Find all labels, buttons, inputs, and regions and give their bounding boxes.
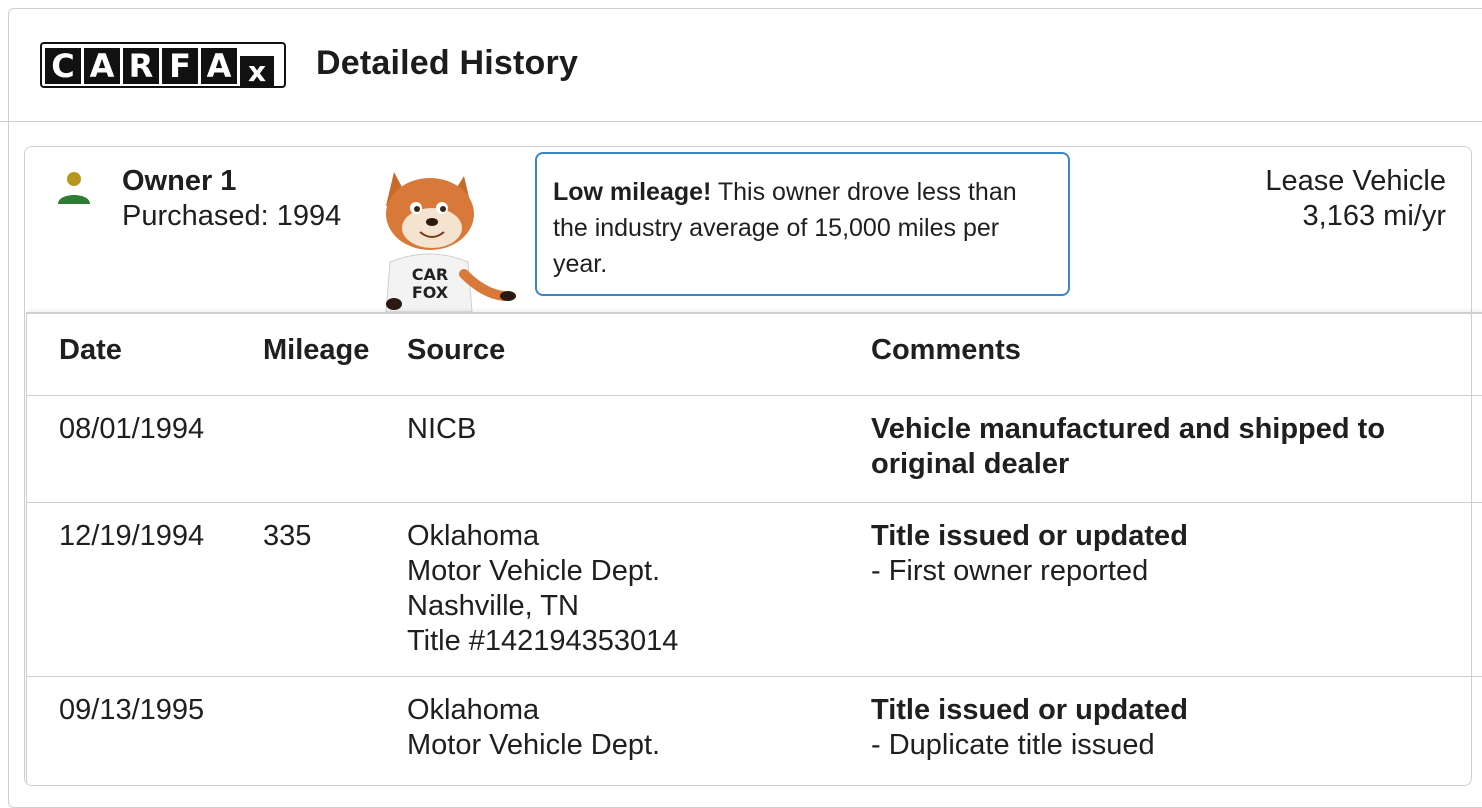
row-source: Oklahoma Motor Vehicle Dept. Nashville, … <box>407 519 678 659</box>
comment-title: Vehicle manufactured and shipped to orig… <box>871 413 1386 480</box>
logo-letter: R <box>123 48 159 84</box>
carfox-mascot: CAR FOX <box>385 172 516 313</box>
table-row: 12/19/1994 335 Oklahoma Motor Vehicle De… <box>27 503 1482 677</box>
page-title: Detailed History <box>316 44 579 82</box>
row-comments: Title issued or updated - First owner re… <box>871 519 1451 589</box>
row-comments: Title issued or updated - Duplicate titl… <box>871 693 1451 763</box>
table-row: 08/01/1994 NICB Vehicle manufactured and… <box>27 396 1482 503</box>
comment-title: Title issued or updated <box>871 520 1188 552</box>
owner-name: Owner 1 <box>122 165 237 197</box>
row-date: 12/19/1994 <box>59 520 205 552</box>
source-line: Title #142194353014 <box>407 625 679 657</box>
comment-title: Title issued or updated <box>871 694 1188 726</box>
source-line: NICB <box>407 413 477 445</box>
logo-letter: F <box>162 48 198 84</box>
owner-purchased-year: Purchased: 1994 <box>122 200 342 232</box>
comment-detail: - Duplicate title issued <box>871 729 1155 761</box>
logo-letter: A <box>201 48 237 84</box>
source-line: Oklahoma <box>407 520 540 552</box>
column-header-source: Source <box>407 334 506 366</box>
table-row: 09/13/1995 Oklahoma Motor Vehicle Dept. … <box>27 677 1482 797</box>
row-comments: Vehicle manufactured and shipped to orig… <box>871 412 1451 482</box>
row-date: 09/13/1995 <box>59 694 205 726</box>
callout-highlight: Low mileage! <box>553 178 712 206</box>
source-line: Motor Vehicle Dept. <box>407 555 661 587</box>
row-mileage: 335 <box>263 520 312 552</box>
table-header: Date Mileage Source Comments <box>27 314 1482 396</box>
logo-letter: x <box>240 56 274 88</box>
column-header-comments: Comments <box>871 334 1021 366</box>
vehicle-use-label: Lease Vehicle <box>1265 165 1446 197</box>
row-date: 08/01/1994 <box>59 413 205 445</box>
source-line: Nashville, TN <box>407 590 579 622</box>
person-icon <box>58 172 90 204</box>
mascot-shirt-text: FOX <box>412 283 449 302</box>
row-source: NICB <box>407 412 476 447</box>
annual-mileage: 3,163 mi/yr <box>1302 200 1446 232</box>
source-line: Oklahoma <box>407 694 540 726</box>
low-mileage-callout: Low mileage! This owner drove less than … <box>535 152 1070 296</box>
history-table: Date Mileage Source Comments 08/01/1994 … <box>26 312 1482 782</box>
logo-letter: A <box>84 48 120 84</box>
row-source: Oklahoma Motor Vehicle Dept. <box>407 693 660 763</box>
column-header-date: Date <box>59 334 122 366</box>
carfax-logo: C A R F A x <box>40 42 286 88</box>
column-header-mileage: Mileage <box>263 334 370 366</box>
mascot-shirt-text: CAR <box>412 265 448 284</box>
source-line: Motor Vehicle Dept. <box>407 729 661 761</box>
report-header: C A R F A x Detailed History <box>0 0 1482 122</box>
comment-detail: - First owner reported <box>871 555 1149 587</box>
logo-letter: C <box>45 48 81 84</box>
